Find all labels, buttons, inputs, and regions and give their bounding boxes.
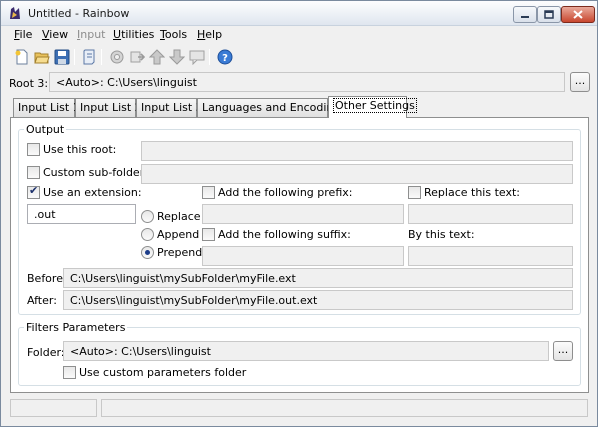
minimize-icon: [521, 15, 529, 18]
replace-radio[interactable]: [141, 210, 154, 223]
new-file-icon[interactable]: [14, 49, 30, 65]
before-path: C:\Users\linguist\mySubFolder\myFile.ext: [63, 268, 573, 288]
append-radio[interactable]: [141, 228, 154, 241]
suffix-field[interactable]: [202, 246, 404, 266]
save-icon[interactable]: [54, 49, 70, 65]
comment-icon[interactable]: [189, 49, 205, 65]
tab-other-settings[interactable]: Other Settings: [328, 96, 417, 118]
status-panel-left: [10, 399, 97, 417]
use-extension-checkbox[interactable]: [27, 184, 40, 199]
toolbar-separator: [101, 49, 102, 65]
folder-browse-button[interactable]: ...: [553, 341, 573, 361]
close-button[interactable]: [561, 6, 595, 23]
after-path: C:\Users\linguist\mySubFolder\myFile.out…: [63, 290, 573, 310]
help-icon[interactable]: ?: [217, 49, 233, 65]
menu-input[interactable]: Input: [77, 28, 106, 41]
menu-help[interactable]: Help: [197, 28, 222, 41]
status-panel-main: [101, 399, 588, 417]
prefix-field[interactable]: [202, 204, 404, 224]
root-label: Root 3:: [9, 77, 49, 90]
open-folder-icon[interactable]: [34, 49, 50, 65]
replace-text-label: Replace this text:: [424, 186, 520, 199]
custom-params-checkbox[interactable]: [63, 366, 76, 379]
after-label: After:: [27, 294, 57, 307]
by-this-text-field[interactable]: [408, 246, 573, 266]
close-icon: [573, 10, 583, 19]
custom-sub-label: Custom sub-folder:: [43, 166, 148, 179]
use-root-field[interactable]: [141, 141, 573, 161]
custom-params-label: Use custom parameters folder: [79, 366, 247, 379]
notes-icon[interactable]: [81, 49, 97, 65]
output-group-title: Output: [24, 123, 67, 136]
prepend-radio[interactable]: [141, 246, 154, 259]
window-title: Untitled - Rainbow: [28, 7, 130, 20]
add-suffix-label: Add the following suffix:: [218, 228, 351, 241]
move-down-icon[interactable]: [169, 49, 185, 65]
menu-bar: File View Input Utilities Tools Help: [1, 26, 597, 43]
rainbow-app-icon: [10, 7, 20, 19]
add-prefix-checkbox[interactable]: [202, 186, 215, 199]
title-bar[interactable]: Untitled - Rainbow: [1, 1, 597, 26]
replace-text-checkbox[interactable]: [408, 186, 421, 199]
tab-input-list-3[interactable]: Input List 3: [136, 98, 203, 117]
maximize-button[interactable]: [537, 6, 561, 23]
extension-field[interactable]: .out: [27, 204, 136, 224]
add-suffix-checkbox[interactable]: [202, 228, 215, 241]
tab-panel-other-settings: Output Use this root: Custom sub-folder:…: [10, 117, 589, 393]
tab-languages-and-encodings[interactable]: Languages and Encodings: [197, 98, 346, 117]
custom-sub-field[interactable]: [141, 164, 573, 184]
use-root-label: Use this root:: [43, 143, 117, 156]
before-label: Before:: [27, 272, 67, 285]
menu-file[interactable]: File: [14, 28, 32, 41]
toolbar: ?: [1, 45, 597, 69]
replace-radio-label: Replace: [157, 210, 201, 223]
filters-group-title: Filters Parameters: [24, 321, 128, 334]
root-browse-button[interactable]: ...: [570, 72, 590, 92]
custom-sub-checkbox[interactable]: [27, 166, 40, 179]
toolbar-separator: [209, 49, 210, 65]
replace-text-field[interactable]: [408, 204, 573, 224]
tab-input-list-2[interactable]: Input List 2: [75, 98, 142, 117]
folder-field[interactable]: <Auto>: C:\Users\linguist: [63, 341, 549, 361]
toolbar-separator: [74, 49, 75, 65]
status-bar: [1, 396, 597, 426]
append-radio-label: Append: [157, 228, 200, 241]
add-prefix-label: Add the following prefix:: [218, 186, 353, 199]
move-icon[interactable]: [129, 49, 145, 65]
menu-utilities[interactable]: Utilities: [113, 28, 154, 41]
move-up-icon[interactable]: [149, 49, 165, 65]
execute-icon[interactable]: [109, 49, 125, 65]
use-extension-label: Use an extension:: [43, 186, 142, 199]
use-root-checkbox[interactable]: [27, 143, 40, 156]
folder-label: Folder:: [27, 346, 65, 359]
root-field[interactable]: <Auto>: C:\Users\linguist: [49, 72, 565, 92]
maximize-icon: [544, 10, 554, 19]
menu-tools[interactable]: Tools: [160, 28, 187, 41]
svg-text:?: ?: [222, 53, 228, 64]
minimize-button[interactable]: [513, 6, 537, 23]
menu-view[interactable]: View: [42, 28, 68, 41]
by-this-text-label: By this text:: [408, 228, 475, 241]
tab-input-list-1[interactable]: Input List 1: [13, 98, 80, 117]
app-window: Untitled - Rainbow File View Input Utili…: [0, 0, 598, 427]
prepend-radio-label: Prepend: [157, 246, 203, 259]
